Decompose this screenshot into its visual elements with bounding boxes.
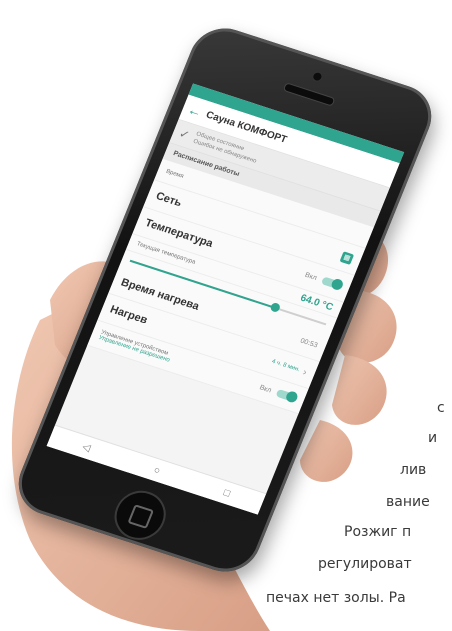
bg-line-6: регулироват bbox=[318, 556, 412, 572]
temperature-toggle-label: Вкл bbox=[303, 271, 318, 282]
chevron-right-icon: › bbox=[301, 366, 309, 378]
smartphone: ← Сауна КОМФОРТ ✓ Общее состояние Ошибок… bbox=[8, 19, 442, 581]
nav-home-icon[interactable]: ○ bbox=[152, 464, 162, 476]
bg-line-4: вание bbox=[386, 494, 430, 510]
slider-handle[interactable] bbox=[269, 301, 282, 314]
temperature-toggle[interactable] bbox=[320, 276, 343, 291]
bg-line-2: и bbox=[428, 430, 438, 446]
device-toggle[interactable] bbox=[275, 388, 298, 403]
device-toggle-wrap: Вкл bbox=[258, 383, 298, 403]
heating-time-value: 00:53 bbox=[299, 337, 319, 350]
bg-line-3: лив bbox=[400, 462, 427, 478]
bg-line-7: печах нет золы. Ра bbox=[266, 590, 406, 606]
bg-line-5: Розжиг п bbox=[344, 524, 412, 540]
nav-back-icon[interactable]: ◁ bbox=[81, 441, 92, 454]
network-label: Сеть bbox=[154, 190, 184, 210]
heat-value: 4 ч. 8 мин. bbox=[270, 358, 301, 374]
temperature-toggle-wrap: Вкл bbox=[303, 271, 343, 291]
heat-value-wrap: 4 ч. 8 мин. › bbox=[270, 356, 309, 378]
heat-label: Нагрев bbox=[108, 303, 150, 327]
bg-line-1: с bbox=[437, 400, 445, 416]
period-label: Время bbox=[164, 168, 185, 180]
nav-recent-icon[interactable]: □ bbox=[222, 487, 232, 499]
calendar-icon[interactable]: ▦ bbox=[339, 250, 355, 265]
device-toggle-label: Вкл bbox=[258, 383, 273, 394]
